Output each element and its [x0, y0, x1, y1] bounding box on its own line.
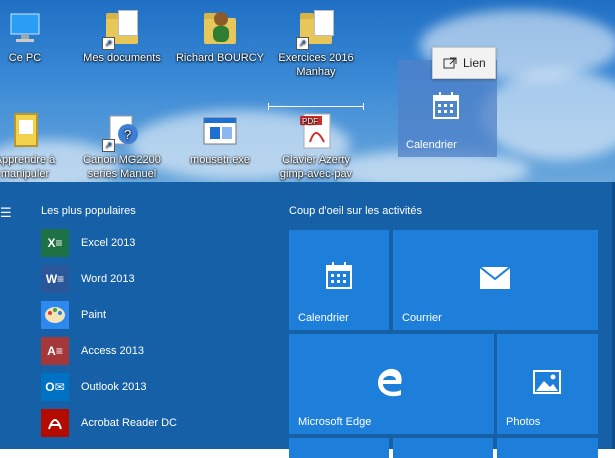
paint-icon [41, 301, 69, 329]
tile-partial-1[interactable] [289, 438, 389, 458]
edge-icon [378, 368, 402, 397]
app-label: Access 2013 [81, 345, 144, 357]
tile-calendar[interactable]: Calendrier [289, 230, 389, 330]
desktop-icon-label: Mes documents [83, 52, 161, 64]
pdf-icon: PDF [298, 112, 334, 150]
desktop-icon-canon-manuel[interactable]: ? ↗ Canon MG2200 series Manuel [74, 112, 170, 181]
desktop-icon-mes-documents[interactable]: ↗ Mes documents [74, 10, 170, 65]
dragged-tile-label: Calendrier [406, 139, 457, 151]
tile-mail[interactable]: Courrier [393, 230, 598, 330]
app-label: Outlook 2013 [81, 381, 147, 393]
photos-icon [533, 370, 561, 394]
tile-partial-3[interactable] [497, 438, 598, 458]
tile-label: Photos [506, 416, 541, 428]
hamburger-menu-icon[interactable]: ☰ [0, 205, 12, 221]
document-icon [7, 112, 43, 150]
selection-line-right-tick [363, 103, 364, 110]
app-label: Excel 2013 [81, 237, 136, 249]
access-icon: A≡ [41, 337, 69, 365]
desktop-icon-apprendre[interactable]: Apprendre à manipuler [0, 112, 73, 181]
selection-line-left-tick [268, 103, 269, 110]
desktop: Ce PC ↗ Mes documents Richard BOURCY ↗ E… [0, 0, 615, 182]
user-folder-icon [202, 10, 238, 48]
app-label: Word 2013 [81, 273, 135, 285]
desktop-icon-ce-pc[interactable]: Ce PC [0, 10, 73, 65]
calendar-icon [433, 92, 459, 119]
app-acrobat[interactable]: Acrobat Reader DC [41, 409, 177, 437]
app-paint[interactable]: Paint [41, 301, 106, 329]
tile-edge[interactable]: Microsoft Edge [289, 334, 494, 434]
tile-partial-2[interactable] [393, 438, 493, 458]
desktop-icon-label-line2: manipuler [0, 168, 50, 180]
desktop-icon-label: Canon MG2200 [83, 154, 161, 166]
exe-icon [202, 112, 238, 150]
folder-icon: ↗ [102, 10, 140, 50]
most-used-title: Les plus populaires [41, 205, 136, 217]
desktop-icon-exercices[interactable]: ↗ Exercices 2016 Manhay [268, 10, 364, 79]
svg-text:?: ? [124, 127, 131, 142]
desktop-icon-richard-bourcy[interactable]: Richard BOURCY [172, 10, 268, 65]
desktop-icon-label: Ce PC [8, 52, 42, 64]
acrobat-icon [41, 409, 69, 437]
app-label: Paint [81, 309, 107, 321]
activity-title: Coup d'oeil sur les activités [289, 205, 422, 217]
help-icon: ? ↗ [102, 112, 140, 152]
tile-label: Courrier [402, 312, 442, 324]
desktop-icon-label-line2: series Manuel [87, 168, 157, 180]
mail-icon [479, 266, 511, 289]
folder-icon: ↗ [296, 10, 334, 50]
desktop-icon-label-line2: gimp-avec-pav [279, 168, 353, 180]
app-word[interactable]: W≡ Word 2013 [41, 265, 135, 293]
desktop-icon-label: Richard BOURCY [175, 52, 265, 64]
app-outlook[interactable]: O✉ Outlook 2013 [41, 373, 146, 401]
calendar-icon [326, 262, 352, 289]
desktop-icon-mousetr[interactable]: mousetr.exe [172, 112, 268, 167]
desktop-icon-label: Exercices 2016 [278, 52, 354, 64]
link-icon [443, 57, 457, 69]
link-tooltip: Lien [432, 47, 496, 79]
computer-icon [7, 10, 43, 48]
tile-label: Calendrier [298, 312, 349, 324]
word-icon: W≡ [41, 265, 69, 293]
app-access[interactable]: A≡ Access 2013 [41, 337, 144, 365]
outlook-icon: O✉ [41, 373, 69, 401]
selection-line [268, 106, 364, 107]
desktop-icon-label: mousetr.exe [190, 154, 250, 166]
tile-label: Microsoft Edge [298, 416, 372, 428]
tooltip-label: Lien [463, 56, 486, 70]
desktop-icon-label: Clavier Azerty [282, 154, 350, 166]
app-excel[interactable]: X≡ Excel 2013 [41, 229, 135, 257]
tile-photos[interactable]: Photos [497, 334, 598, 434]
excel-icon: X≡ [41, 229, 69, 257]
desktop-icon-label: Apprendre à [0, 154, 56, 166]
cloud [480, 70, 615, 160]
desktop-icon-label-line2: Manhay [296, 66, 336, 78]
start-menu: ☰ Les plus populaires X≡ Excel 2013 W≡ W… [0, 182, 615, 458]
app-label: Acrobat Reader DC [81, 417, 177, 429]
desktop-icon-clavier-azerty[interactable]: PDF Clavier Azerty gimp-avec-pav [268, 112, 364, 181]
svg-text:PDF: PDF [302, 117, 318, 126]
